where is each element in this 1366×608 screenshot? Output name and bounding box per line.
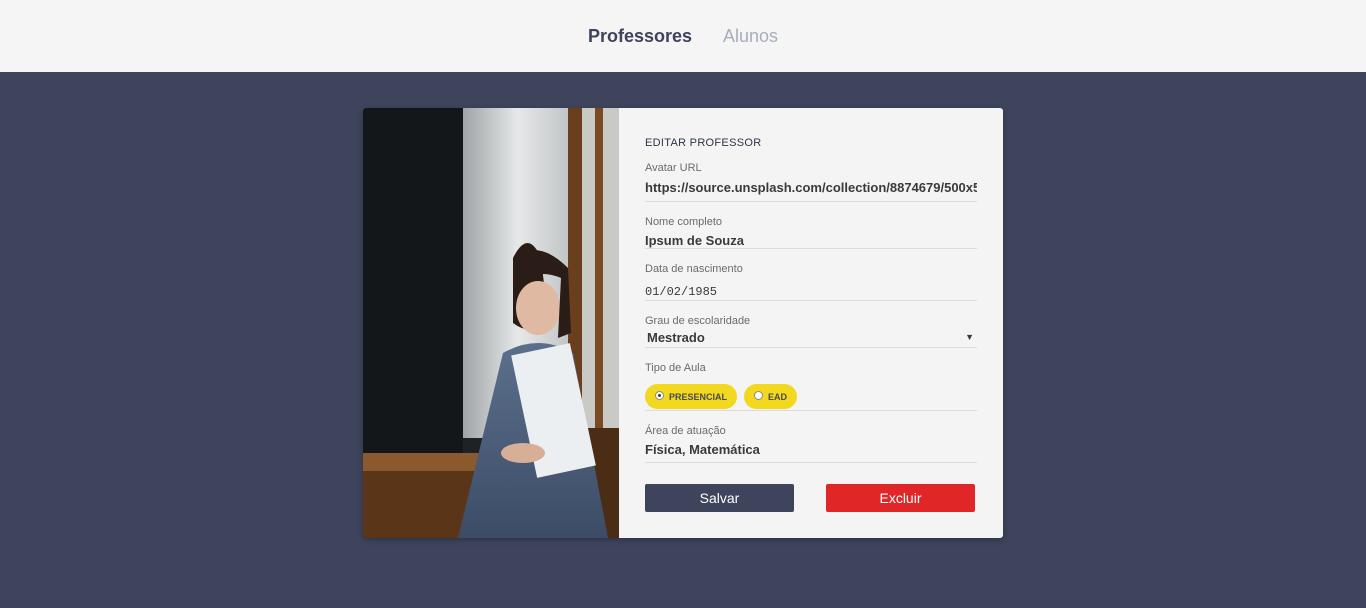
class-type-option-ead[interactable]: EAD xyxy=(744,384,798,409)
class-type-options: PRESENCIAL EAD xyxy=(645,384,977,409)
full-name-label: Nome completo xyxy=(645,216,723,228)
radio-checked-icon[interactable] xyxy=(655,391,664,400)
avatar-url-field: Avatar URL xyxy=(645,162,977,202)
full-name-field: Nome completo xyxy=(645,216,977,249)
education-level-field: Grau de escolaridade Mestrado ▼ xyxy=(645,315,977,348)
nav-tab-professores[interactable]: Professores xyxy=(588,26,692,47)
education-level-select[interactable]: Mestrado xyxy=(645,330,977,347)
teacher-avatar-photo xyxy=(363,108,619,538)
edit-teacher-card: EDITAR PROFESSOR Avatar URL Nome complet… xyxy=(363,108,1003,538)
delete-button[interactable]: Excluir xyxy=(826,484,975,512)
form-title: EDITAR PROFESSOR xyxy=(645,137,762,149)
class-type-field: Tipo de Aula PRESENCIAL EAD xyxy=(645,362,977,411)
area-input[interactable] xyxy=(645,441,977,458)
top-navigation-bar: Professores Alunos xyxy=(0,0,1366,72)
save-button[interactable]: Salvar xyxy=(645,484,794,512)
education-level-label: Grau de escolaridade xyxy=(645,315,751,327)
area-field: Área de atuação xyxy=(645,425,977,463)
class-type-option-presencial[interactable]: PRESENCIAL xyxy=(645,384,738,409)
nav-tab-alunos[interactable]: Alunos xyxy=(723,26,778,47)
radio-unchecked-icon[interactable] xyxy=(754,391,764,400)
class-type-option-label: PRESENCIAL xyxy=(669,391,728,402)
class-type-label: Tipo de Aula xyxy=(645,362,706,374)
birth-date-input[interactable] xyxy=(645,284,977,300)
birth-date-field: Data de nascimento xyxy=(645,263,977,301)
class-type-option-label: EAD xyxy=(768,391,788,402)
avatar-url-input[interactable] xyxy=(645,178,977,196)
full-name-input[interactable] xyxy=(645,232,977,249)
dropdown-caret-icon[interactable]: ▼ xyxy=(965,332,974,342)
area-label: Área de atuação xyxy=(645,425,726,437)
edit-teacher-form: EDITAR PROFESSOR Avatar URL Nome complet… xyxy=(619,108,1003,538)
form-actions: Salvar Excluir xyxy=(645,484,975,512)
birth-date-label: Data de nascimento xyxy=(645,263,743,275)
avatar-url-label: Avatar URL xyxy=(645,162,702,174)
main-nav: Professores Alunos xyxy=(588,26,778,47)
